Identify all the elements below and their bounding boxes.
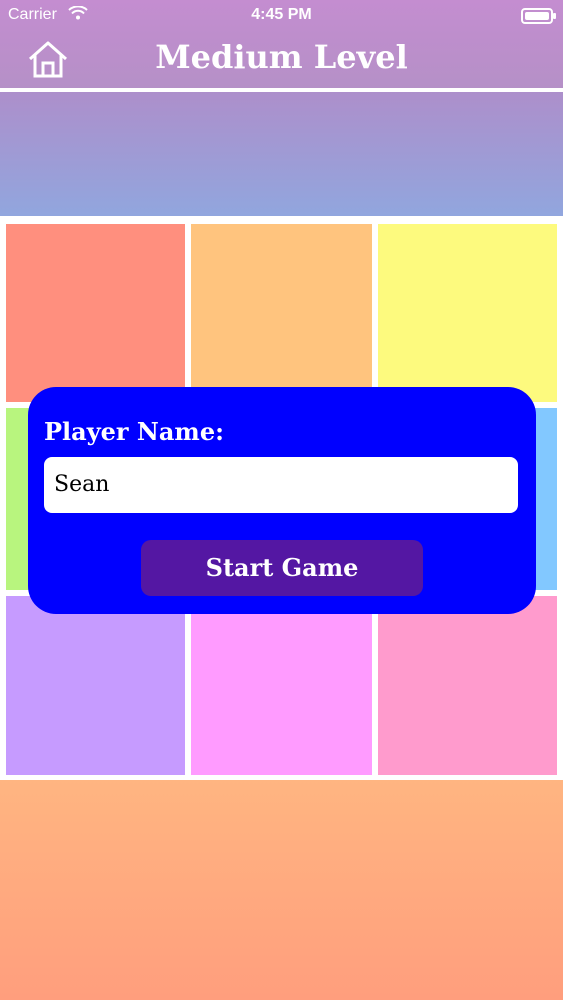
grid-tile[interactable] <box>6 596 185 775</box>
bottom-gradient-band <box>0 780 563 1000</box>
grid-tile[interactable] <box>378 596 557 775</box>
player-name-input[interactable]: Sean <box>44 457 518 513</box>
page-title: Medium Level <box>155 38 408 76</box>
top-gradient-band <box>0 92 563 216</box>
start-game-button[interactable]: Start Game <box>141 540 423 596</box>
grid-tile[interactable] <box>191 596 372 775</box>
battery-icon <box>521 8 556 24</box>
grid-tile[interactable] <box>378 224 557 402</box>
grid-top-divider <box>0 216 563 222</box>
top-bar: Carrier 4:45 PM Medium Level <box>0 0 563 88</box>
player-name-dialog: Player Name: Sean Start Game <box>28 387 536 614</box>
clock: 4:45 PM <box>251 6 312 23</box>
status-bar: Carrier 4:45 PM <box>0 0 563 30</box>
grid-tile[interactable] <box>191 224 372 402</box>
grid-tile[interactable] <box>6 224 185 402</box>
player-name-label: Player Name: <box>44 417 224 446</box>
